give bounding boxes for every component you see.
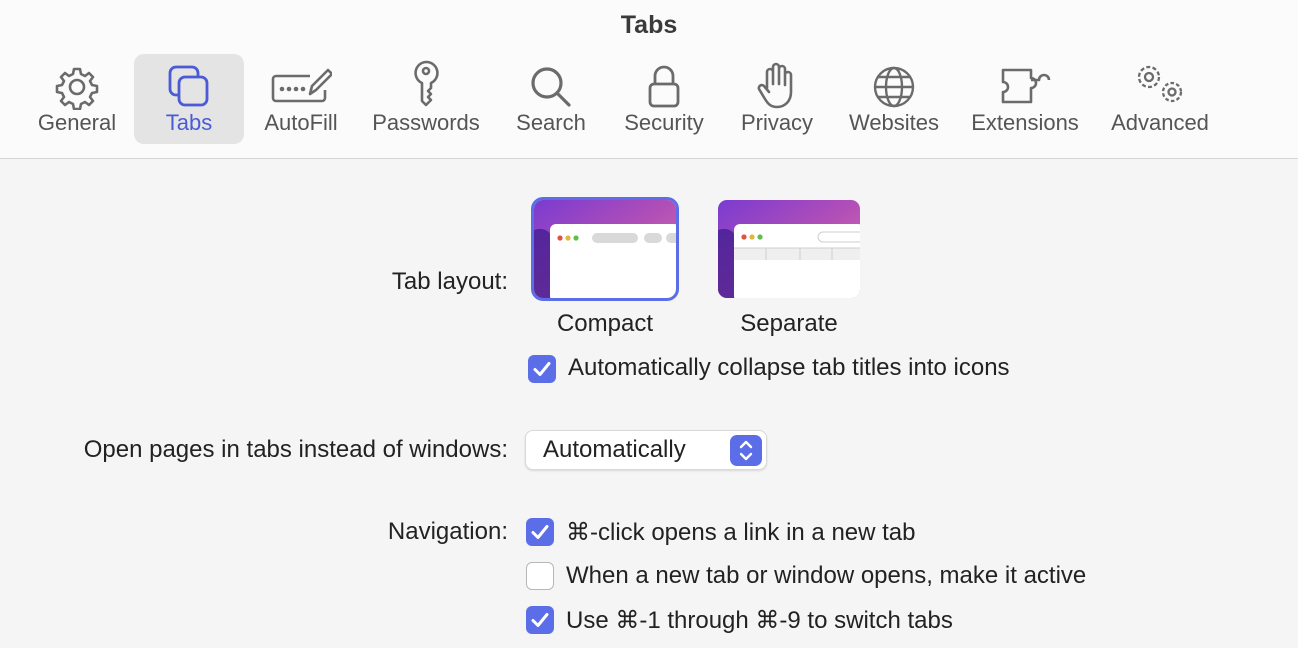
- make-new-tab-active-label: When a new tab or window opens, make it …: [566, 562, 1087, 589]
- search-icon: [531, 67, 571, 107]
- tab-layout-label: Tab layout:: [391, 268, 508, 295]
- autofill-icon: [271, 68, 332, 103]
- open-pages-label: Open pages in tabs instead of windows:: [83, 436, 508, 463]
- tab-passwords[interactable]: Passwords: [366, 54, 486, 144]
- tab-security[interactable]: Security: [612, 54, 716, 144]
- tab-extensions-label: Extensions: [971, 110, 1079, 135]
- tab-general[interactable]: General: [22, 54, 132, 144]
- checkmark-icon: [531, 613, 549, 627]
- tab-tabs-label: Tabs: [165, 110, 213, 135]
- tab-advanced-label: Advanced: [1111, 110, 1209, 135]
- tab-websites-label: Websites: [848, 110, 940, 135]
- compact-layout-option[interactable]: [531, 197, 679, 301]
- separate-layout-preview: [718, 200, 860, 298]
- globe-icon: [873, 66, 915, 108]
- tab-autofill[interactable]: AutoFill: [246, 54, 356, 144]
- puzzle-icon: [1001, 68, 1051, 104]
- cmd-click-new-tab-label: ⌘-click opens a link in a new tab: [566, 519, 916, 546]
- tab-search-label: Search: [516, 110, 586, 135]
- tab-websites[interactable]: Websites: [840, 54, 948, 144]
- cmd-number-switch-tabs-label: Use ⌘-1 through ⌘-9 to switch tabs: [566, 607, 953, 634]
- compact-caption: Compact: [556, 310, 654, 337]
- make-new-tab-active-checkbox[interactable]: [526, 562, 554, 590]
- tabs-preferences-pane: Tab layout: Compact Separate Automatical…: [0, 160, 1298, 648]
- open-pages-select[interactable]: Automatically: [525, 430, 767, 470]
- tab-privacy[interactable]: Privacy: [728, 54, 826, 144]
- compact-layout-preview: [534, 200, 676, 298]
- tab-extensions[interactable]: Extensions: [962, 54, 1088, 144]
- gears-icon: [1137, 65, 1183, 103]
- preferences-toolbar: Tabs General Tabs AutoFill Passwords Sea…: [0, 0, 1298, 159]
- window-title: Tabs: [620, 11, 678, 39]
- collapse-titles-checkbox[interactable]: [528, 355, 556, 383]
- tab-general-label: General: [37, 110, 117, 135]
- checkmark-icon: [531, 525, 549, 539]
- cmd-number-switch-tabs-checkbox[interactable]: [526, 606, 554, 634]
- tab-autofill-label: AutoFill: [264, 110, 338, 135]
- chevron-updown-icon: [739, 440, 753, 461]
- tab-passwords-label: Passwords: [372, 110, 480, 135]
- key-icon: [414, 60, 439, 107]
- tabs-icon: [168, 65, 209, 107]
- tab-search[interactable]: Search: [498, 54, 604, 144]
- cmd-click-new-tab-checkbox[interactable]: [526, 518, 554, 546]
- separate-caption: Separate: [740, 310, 838, 337]
- separate-layout-option[interactable]: [718, 200, 860, 298]
- tab-security-label: Security: [624, 110, 704, 135]
- tab-advanced[interactable]: Advanced: [1102, 54, 1218, 144]
- hand-icon: [757, 62, 793, 109]
- select-stepper: [730, 435, 762, 466]
- tab-tabs[interactable]: Tabs: [134, 54, 244, 144]
- collapse-titles-label: Automatically collapse tab titles into i…: [568, 354, 1010, 381]
- tab-privacy-label: Privacy: [740, 110, 814, 135]
- open-pages-value: Automatically: [543, 436, 686, 463]
- navigation-label: Navigation:: [387, 518, 508, 545]
- checkmark-icon: [533, 362, 551, 376]
- lock-icon: [648, 65, 680, 108]
- gear-icon: [55, 67, 99, 110]
